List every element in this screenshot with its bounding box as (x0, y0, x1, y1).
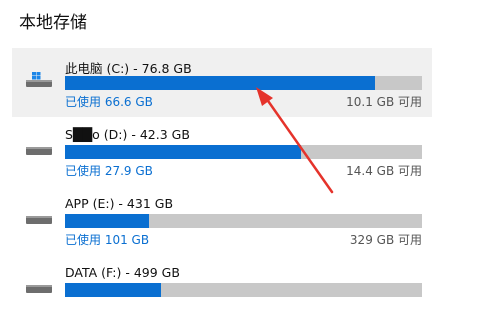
usage-bar (65, 214, 422, 228)
usage-bar (65, 76, 422, 90)
windows-drive-icon (24, 72, 54, 88)
drive-icon (24, 141, 54, 157)
drive-icon (24, 210, 54, 226)
usage-bar (65, 145, 422, 159)
usage-bar-fill (65, 214, 149, 228)
used-label: 已使用 101 GB (65, 233, 150, 247)
drive-title: DATA (F:) - 499 GB (65, 265, 180, 280)
drive-title: APP (E:) - 431 GB (65, 196, 174, 211)
drive-item-e[interactable]: APP (E:) - 431 GB 已使用 101 GB 329 GB 可用 (12, 186, 432, 255)
drive-title: S██o (D:) - 42.3 GB (65, 127, 190, 142)
drive-list: 此电脑 (C:) - 76.8 GB 已使用 66.6 GB 10.1 GB 可… (12, 48, 432, 324)
drive-title: 此电脑 (C:) - 76.8 GB (65, 61, 192, 76)
drive-icon (24, 279, 54, 295)
drive-item-c[interactable]: 此电脑 (C:) - 76.8 GB 已使用 66.6 GB 10.1 GB 可… (12, 48, 432, 117)
used-label: 已使用 27.9 GB (65, 164, 153, 178)
usage-bar-fill (65, 145, 301, 159)
section-title: 本地存储 (19, 13, 87, 33)
free-label: 14.4 GB 可用 (346, 164, 422, 178)
drive-item-d[interactable]: S██o (D:) - 42.3 GB 已使用 27.9 GB 14.4 GB … (12, 117, 432, 186)
usage-bar (65, 283, 422, 297)
usage-bar-fill (65, 76, 375, 90)
usage-bar-fill (65, 283, 162, 297)
free-label: 329 GB 可用 (349, 233, 422, 247)
used-label: 已使用 66.6 GB (65, 95, 153, 109)
free-label: 10.1 GB 可用 (346, 95, 422, 109)
